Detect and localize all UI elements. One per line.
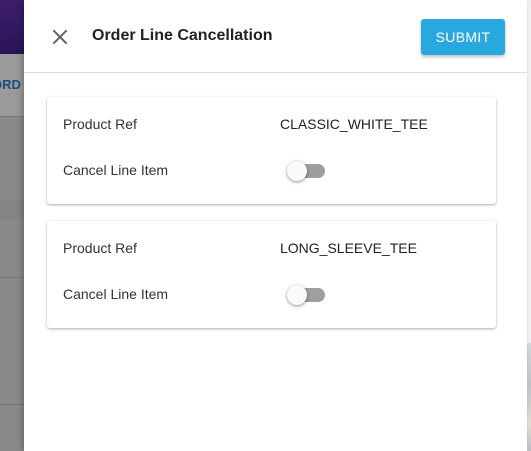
product-ref-value: CLASSIC_WHITE_TEE [280, 116, 428, 132]
background-divider [0, 116, 24, 117]
product-ref-value: LONG_SLEEVE_TEE [280, 240, 417, 256]
submit-button[interactable]: SUBMIT [421, 19, 505, 55]
toggle-thumb[interactable] [287, 285, 307, 305]
line-item-card: Product Ref CLASSIC_WHITE_TEE Cancel Lin… [47, 97, 496, 204]
drawer-title: Order Line Cancellation [92, 27, 273, 44]
cancel-line-item-toggle[interactable] [287, 285, 327, 305]
background-app-header [0, 0, 24, 54]
line-item-card: Product Ref LONG_SLEEVE_TEE Cancel Line … [47, 221, 496, 328]
close-icon [52, 29, 68, 45]
order-line-cancellation-drawer: Order Line Cancellation SUBMIT Product R… [24, 0, 527, 451]
cancel-line-item-toggle[interactable] [287, 161, 327, 181]
background-band [0, 200, 24, 220]
cancel-line-item-label: Cancel Line Item [63, 162, 169, 178]
toggle-thumb[interactable] [287, 161, 307, 181]
product-ref-label: Product Ref [63, 240, 137, 256]
product-ref-label: Product Ref [63, 116, 137, 132]
background-divider [0, 404, 24, 405]
drawer-header: Order Line Cancellation SUBMIT [24, 0, 527, 73]
cancel-line-item-label: Cancel Line Item [63, 286, 169, 302]
background-divider [0, 277, 24, 278]
close-button[interactable] [46, 23, 74, 51]
background-right-edge [527, 0, 531, 343]
background-tab-label: ORD [0, 77, 21, 92]
